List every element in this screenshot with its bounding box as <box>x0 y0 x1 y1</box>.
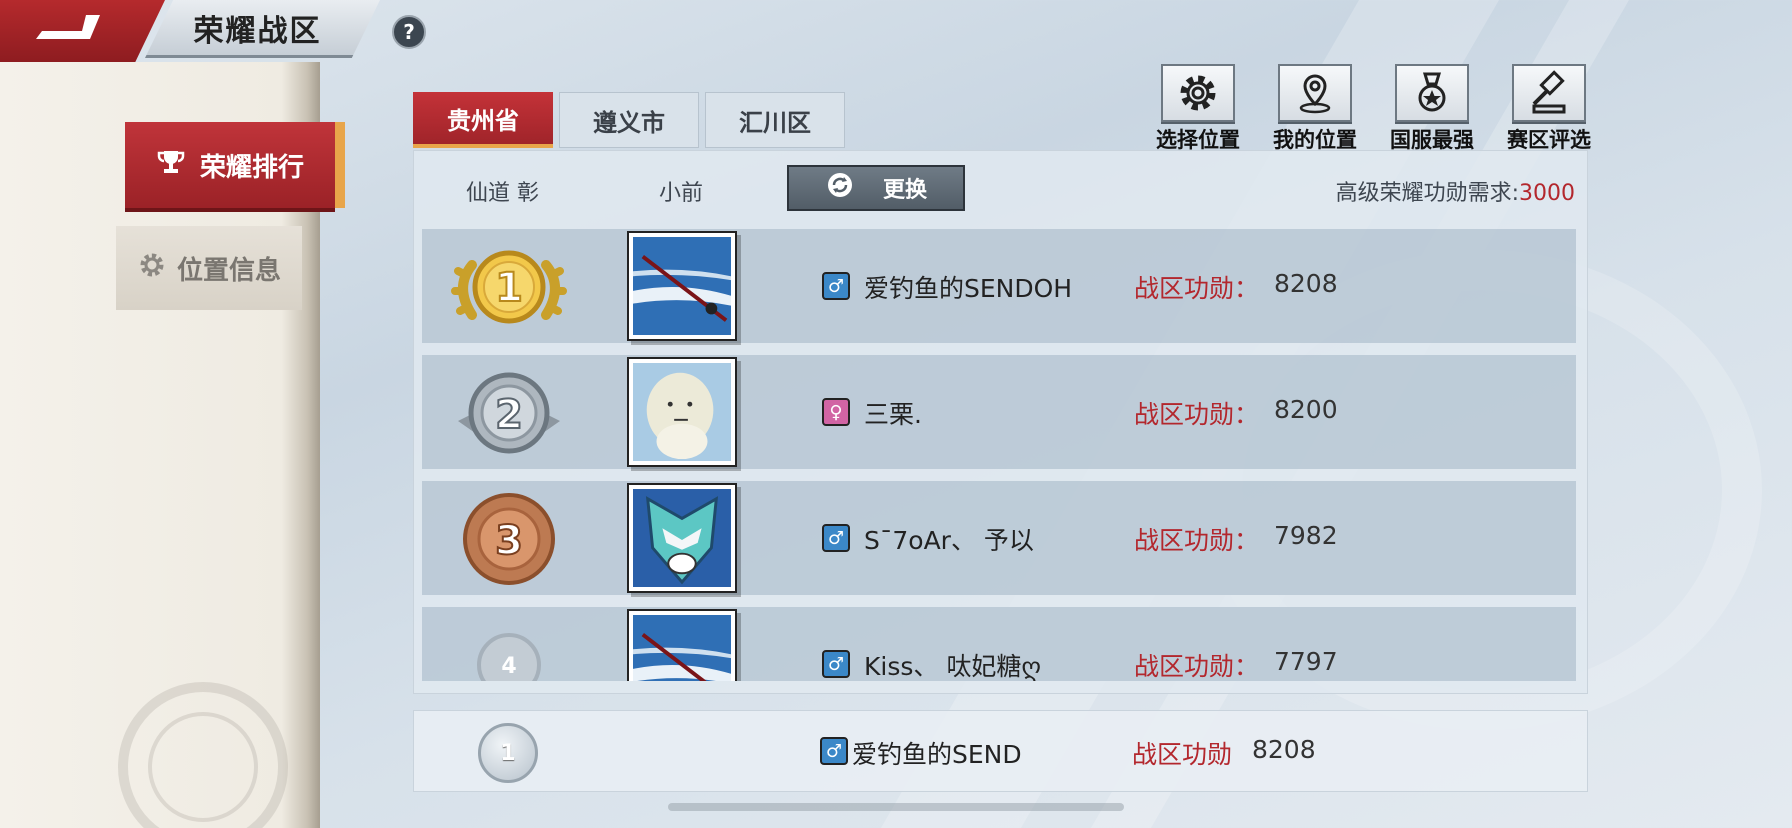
help-button[interactable]: ? <box>392 15 426 49</box>
merit-label: 战区功勋： <box>1134 400 1260 429</box>
ranking-panel: 仙道 彰 小前 更换 高级荣耀功勋需求:3000 1 ♂ 爱钓鱼的SENDOH … <box>413 150 1588 694</box>
my-player-name: 爱钓鱼的SEND <box>852 740 1022 769</box>
sidebar-item-label: 荣耀排行 <box>199 152 304 183</box>
tab-label: 汇川区 <box>739 108 811 137</box>
merit-value: 8200 <box>1274 395 1338 424</box>
my-merit-label: 战区功勋 <box>1132 740 1233 769</box>
help-icon: ? <box>403 20 415 44</box>
my-rank-number: 1 <box>500 740 516 766</box>
swap-button-label: 更换 <box>882 178 927 203</box>
gear-icon <box>1161 64 1235 122</box>
scroll-indicator <box>668 803 1124 811</box>
location-pin-icon <box>1278 64 1352 122</box>
ranking-list[interactable]: 1 ♂ 爱钓鱼的SENDOH 战区功勋： 8208 2 ♀ 三栗. 战区功勋： … <box>422 229 1576 681</box>
ranking-row[interactable]: 4 ♂ Kiss、 呔妃糖ღ 战区功勋： 7797 <box>422 607 1576 681</box>
rank-number: 4 <box>501 654 516 679</box>
male-icon: ♂ <box>822 650 850 678</box>
page-title: 荣耀战区 <box>145 0 380 58</box>
player-name: 爱钓鱼的SENDOH <box>864 274 1073 303</box>
avatar[interactable] <box>627 483 737 593</box>
merit-label: 战区功勋： <box>1134 274 1260 303</box>
my-location-button[interactable]: 我的位置 <box>1267 64 1363 154</box>
tab-label: 贵州省 <box>447 106 519 135</box>
page-title-text: 荣耀战区 <box>193 13 322 49</box>
merit-label: 战区功勋： <box>1134 526 1260 555</box>
rank-badge: 4 <box>444 613 574 681</box>
left-sidebar: 荣耀排行 位置信息 <box>0 62 345 828</box>
male-icon: ♂ <box>822 272 850 300</box>
swap-button[interactable]: 更换 <box>787 165 965 211</box>
tab-city[interactable]: 遵义市 <box>559 92 699 148</box>
tab-district[interactable]: 汇川区 <box>705 92 845 148</box>
merit-value: 7797 <box>1274 647 1338 676</box>
avatar[interactable] <box>627 609 737 681</box>
player-name: 三栗. <box>864 400 922 429</box>
medal-rank-number: 2 <box>495 392 523 438</box>
tab-province[interactable]: 贵州省 <box>413 92 553 148</box>
back-arrow-icon <box>35 9 108 53</box>
avatar[interactable] <box>627 357 737 467</box>
silver-medal-icon: 2 <box>444 361 574 465</box>
merit-label: 战区功勋： <box>1134 652 1260 681</box>
slamdunk-logo-watermark <box>118 682 288 828</box>
my-rank-badge: 1 <box>478 723 538 783</box>
male-icon: ♂ <box>820 737 848 765</box>
position-header: 小前 <box>659 181 704 206</box>
ranking-row[interactable]: 1 ♂ 爱钓鱼的SENDOH 战区功勋： 8208 <box>422 229 1576 343</box>
bronze-medal-icon: 3 <box>444 487 574 591</box>
requirement-value: 3000 <box>1519 181 1575 206</box>
select-location-button[interactable]: 选择位置 <box>1150 64 1246 154</box>
merit-value: 8208 <box>1274 269 1338 298</box>
refresh-icon <box>825 170 855 206</box>
top-header: 荣耀战区 ? <box>0 0 426 62</box>
list-header: 仙道 彰 小前 更换 高级荣耀功勋需求:3000 <box>414 151 1587 225</box>
server-strongest-button[interactable]: 国服最强 <box>1384 64 1480 154</box>
honor-requirement: 高级荣耀功勋需求:3000 <box>1336 175 1575 207</box>
gold-medal-icon: 1 <box>444 235 574 339</box>
sidebar-item-honor-ranking[interactable]: 荣耀排行 <box>125 122 345 208</box>
requirement-label: 高级荣耀功勋需求: <box>1335 181 1519 206</box>
my-merit-value: 8208 <box>1252 735 1316 764</box>
medal-rank-number: 3 <box>495 518 523 564</box>
gavel-icon <box>1512 64 1586 122</box>
player-name-header: 仙道 彰 <box>466 181 539 206</box>
player-name: Kiss、 呔妃糖ღ <box>864 652 1041 681</box>
player-name: S¯7oAr、 予以 <box>864 526 1034 555</box>
female-icon: ♀ <box>822 398 850 426</box>
trophy-icon <box>156 147 186 184</box>
division-selection-button[interactable]: 赛区评选 <box>1501 64 1597 154</box>
male-icon: ♂ <box>822 524 850 552</box>
avatar[interactable] <box>627 231 737 341</box>
merit-value: 7982 <box>1274 521 1338 550</box>
gear-icon <box>137 250 167 287</box>
back-button[interactable] <box>0 0 165 62</box>
sidebar-item-label: 位置信息 <box>176 255 281 286</box>
ranking-row[interactable]: 3 ♂ S¯7oAr、 予以 战区功勋： 7982 <box>422 481 1576 595</box>
medal-rank-number: 1 <box>495 265 523 311</box>
medal-icon <box>1395 64 1469 122</box>
sidebar-item-location-info[interactable]: 位置信息 <box>116 226 302 310</box>
ranking-row[interactable]: 2 ♀ 三栗. 战区功勋： 8200 <box>422 355 1576 469</box>
tab-label: 遵义市 <box>593 108 665 137</box>
my-rank-bar[interactable]: 1 ♂ 爱钓鱼的SEND 战区功勋 8208 <box>413 710 1588 792</box>
